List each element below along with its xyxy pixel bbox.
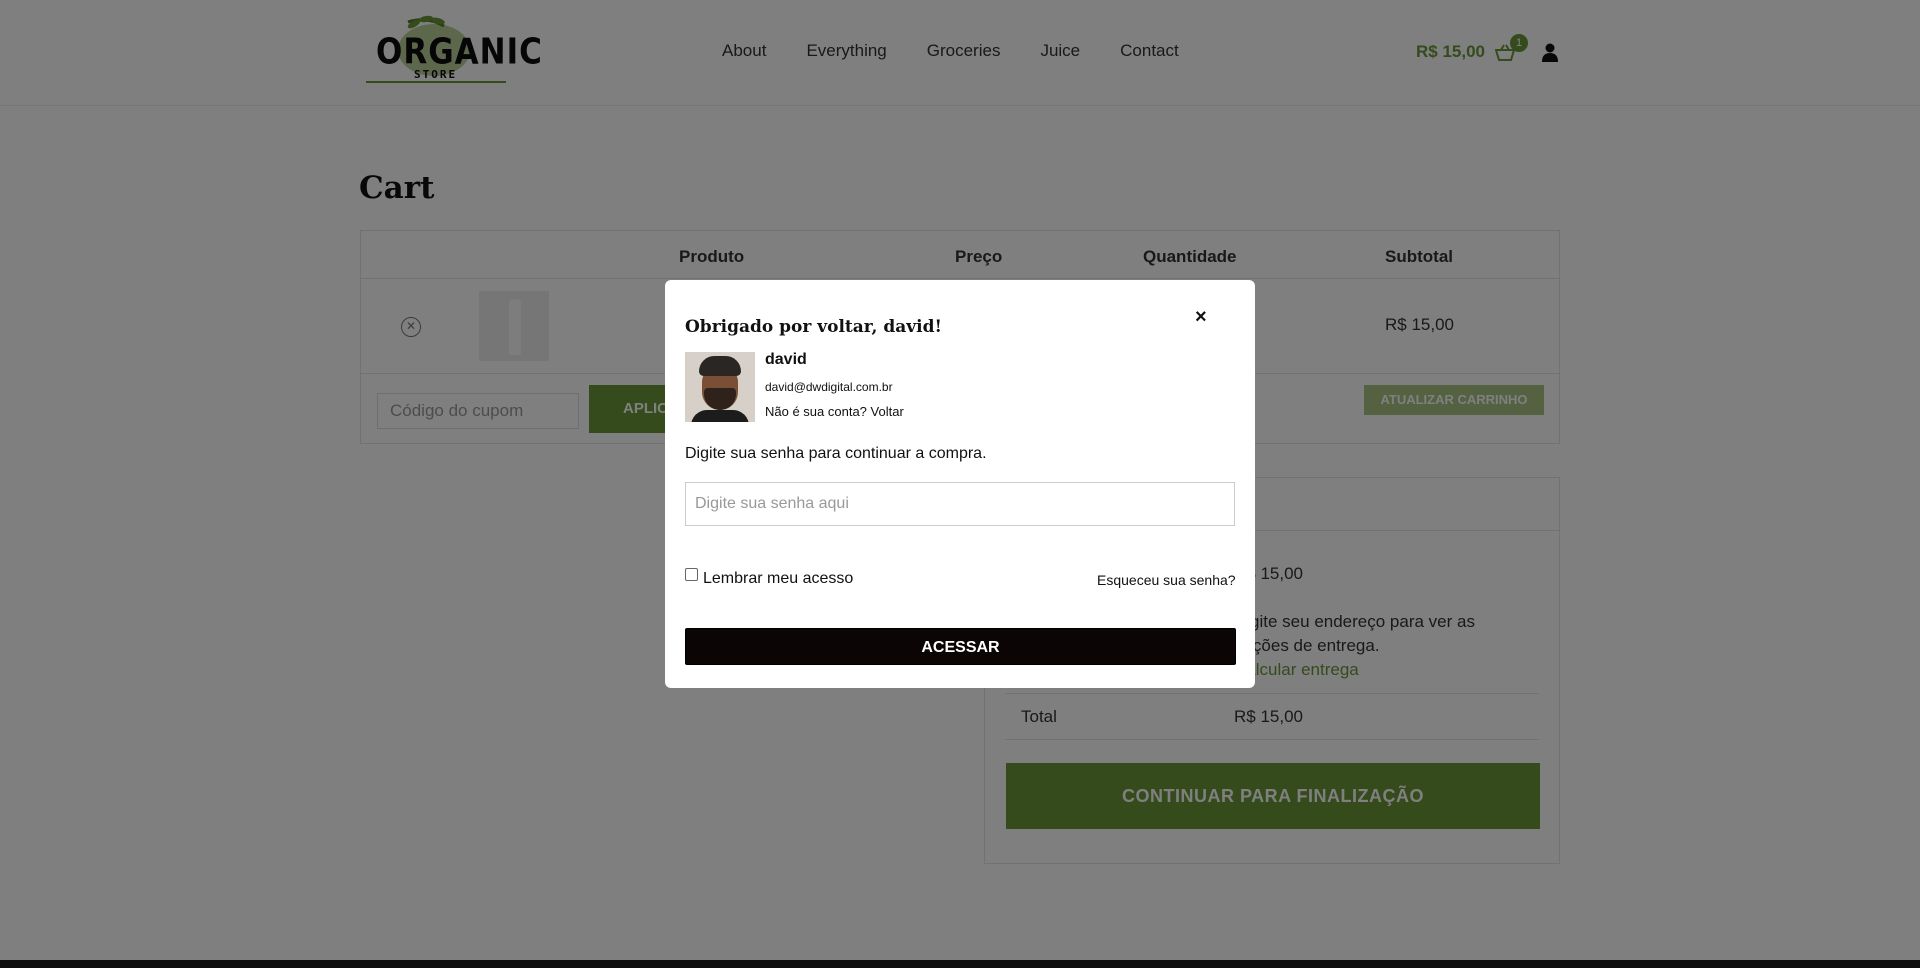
remember-checkbox[interactable] <box>685 568 698 581</box>
user-email: david@dwdigital.com.br <box>765 380 893 394</box>
not-your-account: Não é sua conta? Voltar <box>765 404 904 419</box>
password-input[interactable]: Digite sua senha aqui <box>685 482 1235 526</box>
login-modal: Obrigado por voltar, david! × david davi… <box>665 280 1255 688</box>
submit-button[interactable]: ACESSAR <box>685 628 1236 665</box>
password-prompt: Digite sua senha para continuar a compra… <box>685 445 987 462</box>
avatar <box>685 352 755 422</box>
modal-title: Obrigado por voltar, david! <box>685 317 942 337</box>
not-your-account-text: Não é sua conta? <box>765 404 867 419</box>
remember-label[interactable]: Lembrar meu acesso <box>703 570 853 588</box>
back-link[interactable]: Voltar <box>871 404 904 419</box>
user-name: david <box>765 351 807 368</box>
forgot-password-link[interactable]: Esqueceu sua senha? <box>1097 572 1236 588</box>
close-icon[interactable]: × <box>1195 306 1207 329</box>
